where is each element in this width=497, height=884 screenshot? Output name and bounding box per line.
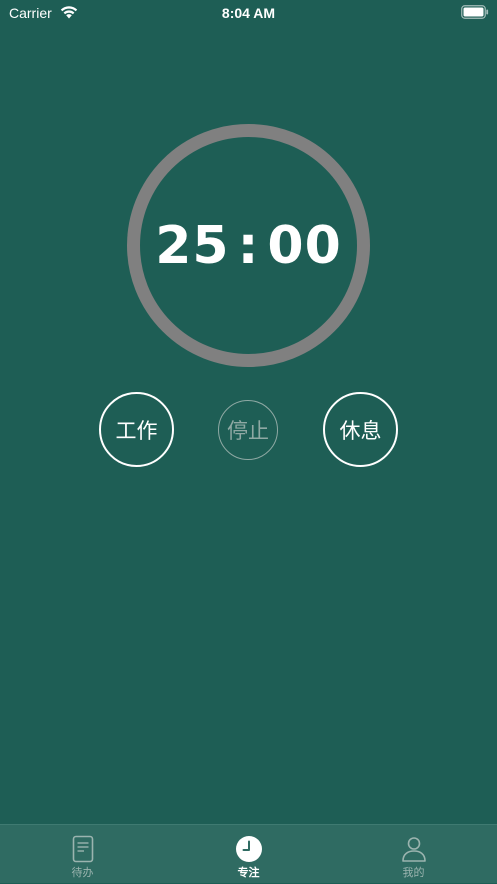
status-time: 8:04 AM — [221, 5, 276, 21]
tab-focus[interactable]: 专注 — [166, 825, 331, 884]
tab-bar: 待办 专注 我的 — [0, 824, 497, 883]
timer-minutes: 25 — [155, 215, 230, 276]
document-icon — [72, 835, 93, 863]
tab-mine-label: 我的 — [402, 866, 425, 879]
stop-button[interactable]: 停止 — [218, 400, 278, 460]
stop-button-label: 停止 — [227, 419, 269, 443]
rest-button[interactable]: 休息 — [323, 392, 398, 467]
tab-focus-label: 专注 — [237, 866, 260, 879]
timer-separator: : — [237, 215, 260, 276]
status-bar: Carrier 8:04 AM — [0, 0, 497, 26]
person-icon — [401, 837, 426, 862]
timer-seconds: 00 — [267, 215, 342, 276]
clock-icon — [235, 836, 262, 862]
timer-ring: 25 : 00 — [126, 123, 371, 368]
rest-button-label: 休息 — [339, 418, 382, 443]
work-button-label: 工作 — [115, 418, 158, 443]
tab-todo[interactable]: 待办 — [0, 825, 165, 884]
timer-display: 25 : 00 — [126, 123, 371, 368]
tab-todo-label: 待办 — [71, 866, 94, 879]
battery-full-icon — [461, 5, 489, 19]
tab-mine[interactable]: 我的 — [331, 825, 496, 884]
work-button[interactable]: 工作 — [99, 392, 174, 467]
